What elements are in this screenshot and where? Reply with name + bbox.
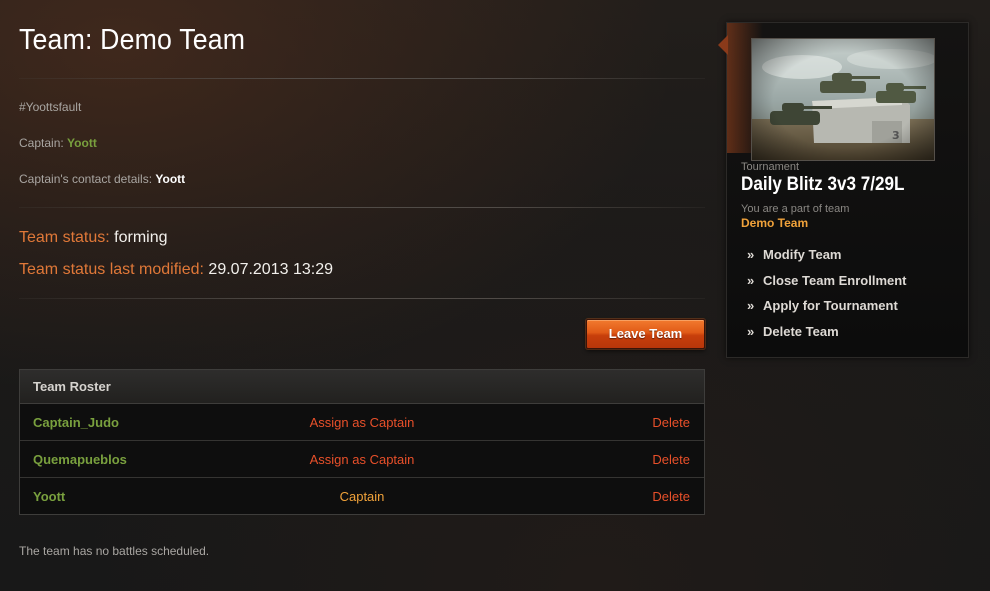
captain-label: Captain:: [19, 136, 64, 150]
assign-captain-link[interactable]: Assign as Captain: [310, 415, 415, 430]
double-chevron-right-icon: »: [747, 247, 755, 262]
member-name-link[interactable]: Quemapueblos: [33, 441, 127, 478]
delete-team-link[interactable]: » Delete Team: [747, 323, 907, 349]
close-enrollment-link[interactable]: » Close Team Enrollment: [747, 272, 907, 298]
team-status-value: forming: [114, 229, 168, 246]
team-status: Team status: forming: [19, 229, 168, 247]
double-chevron-right-icon: »: [747, 323, 755, 339]
divider: [19, 78, 705, 79]
assign-cell: Assign as Captain: [20, 404, 704, 441]
team-tag: #Yoottsfault: [19, 100, 82, 114]
table-row: Yoott Captain Delete: [20, 478, 704, 515]
captain-role-label: Captain: [339, 489, 385, 504]
team-membership-label: You are a part of team: [741, 203, 850, 215]
action-label: Apply for Tournament: [763, 298, 898, 313]
roster-header: Team Roster: [20, 370, 704, 404]
divider: [19, 207, 705, 208]
tournament-image: 3: [751, 38, 935, 161]
captain-name-link[interactable]: Yoott: [67, 136, 97, 150]
team-status-label: Team status:: [19, 229, 110, 246]
team-roster-table: Team Roster Captain_Judo Assign as Capta…: [19, 369, 705, 515]
sidebar-pointer-icon: [718, 35, 728, 55]
leave-team-button[interactable]: Leave Team: [586, 319, 705, 349]
status-modified-label: Team status last modified:: [19, 261, 204, 278]
page-title: Team: Demo Team: [19, 24, 246, 56]
tournament-name[interactable]: Daily Blitz 3v3 7/29L: [741, 174, 904, 196]
no-battles-message: The team has no battles scheduled.: [19, 544, 210, 558]
team-actions-menu: » Modify Team » Close Team Enrollment » App…: [747, 246, 907, 348]
status-modified: Team status last modified: 29.07.2013 13…: [19, 261, 333, 279]
captain-line: Captain: Yoott: [19, 136, 97, 150]
apply-tournament-link[interactable]: » Apply for Tournament: [747, 297, 907, 323]
status-modified-value: 29.07.2013 13:29: [208, 261, 333, 278]
delete-member-link[interactable]: Delete: [652, 478, 690, 515]
contact-label: Captain's contact details:: [19, 172, 153, 186]
delete-member-link[interactable]: Delete: [652, 404, 690, 441]
table-row: Captain_Judo Assign as Captain Delete: [20, 404, 704, 441]
tournament-label: Tournament: [741, 161, 800, 173]
assign-captain-link[interactable]: Assign as Captain: [310, 452, 415, 467]
action-label: Modify Team: [763, 247, 842, 262]
divider: [19, 298, 705, 299]
modify-team-link[interactable]: » Modify Team: [747, 246, 907, 272]
double-chevron-right-icon: »: [747, 272, 755, 288]
action-label: Delete Team: [763, 323, 839, 339]
table-row: Quemapueblos Assign as Captain Delete: [20, 441, 704, 478]
contact-line: Captain's contact details: Yoott: [19, 172, 185, 186]
team-name-link[interactable]: Demo Team: [741, 216, 808, 230]
tournament-sidebar: 3 Tournament Daily Blitz 3v3 7/29L You a…: [718, 22, 969, 358]
member-name-link[interactable]: Captain_Judo: [33, 404, 119, 441]
contact-value: Yoott: [155, 172, 186, 186]
delete-member-link[interactable]: Delete: [652, 441, 690, 478]
action-label: Close Team Enrollment: [763, 272, 907, 288]
double-chevron-right-icon: »: [747, 298, 755, 313]
